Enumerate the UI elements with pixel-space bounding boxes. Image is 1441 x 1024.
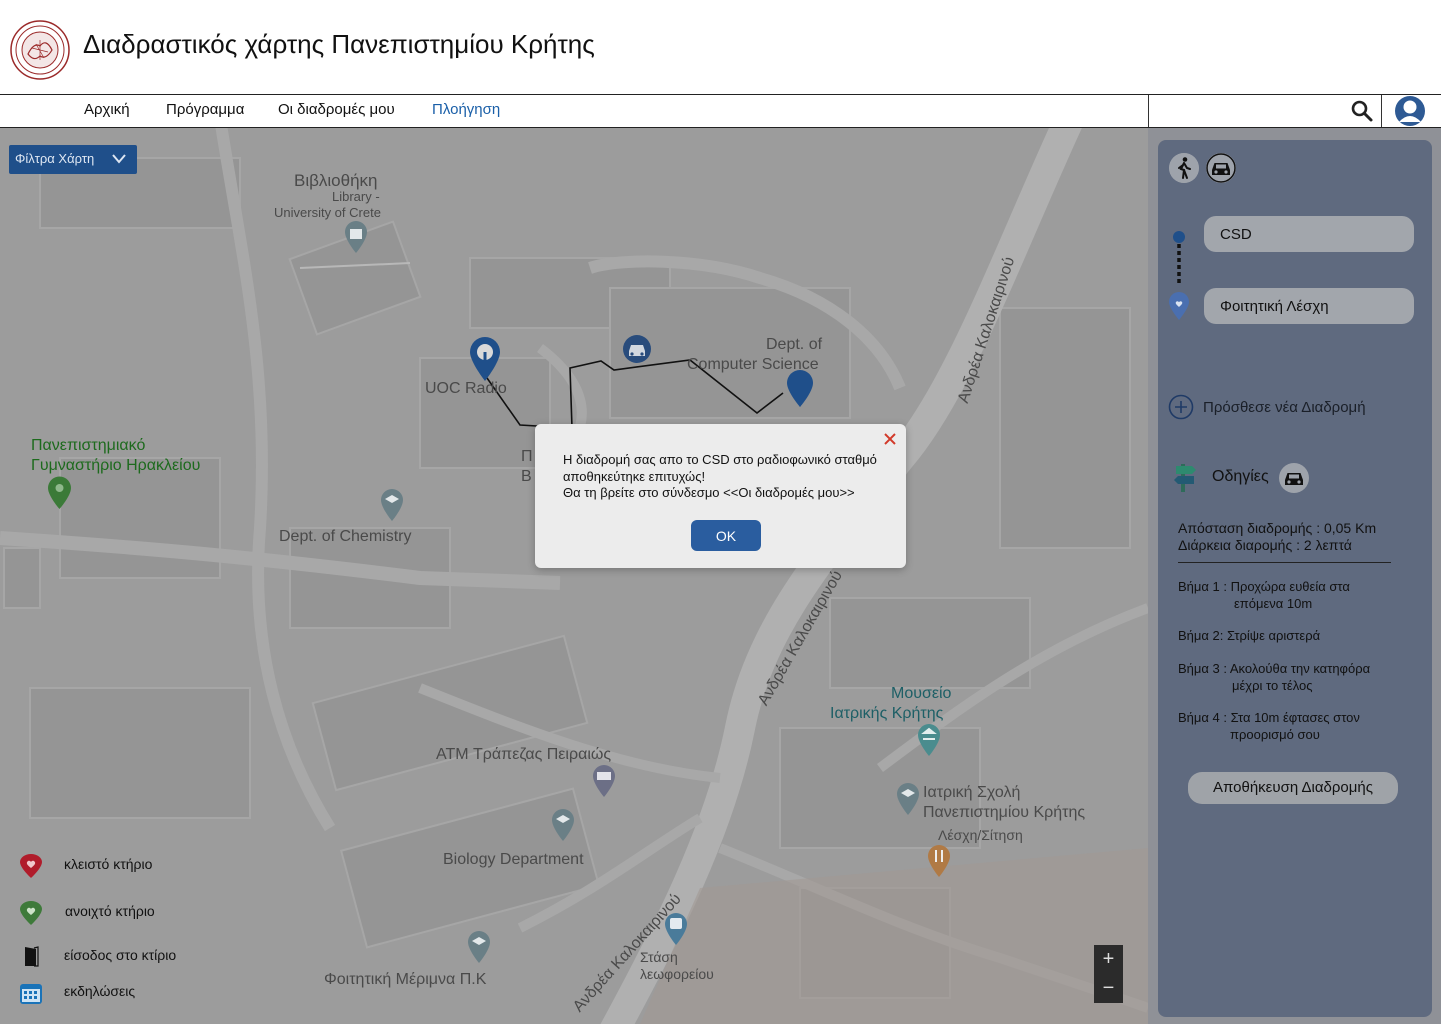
dialog-message: Η διαδρομή σας απο το CSD στο ραδιοφωνικ… xyxy=(563,452,883,502)
uoc-radio-label: UOC Radio xyxy=(425,380,507,397)
route-distance: Απόσταση διαδρομής : 0,05 Km xyxy=(1178,520,1377,536)
campus-map[interactable]: Βιβλιοθήκη Library - University of Crete… xyxy=(0,128,1148,1024)
university-seal-logo xyxy=(10,20,70,80)
medical-label-1: Ιατρική Σχολή xyxy=(923,784,1021,801)
search-icon[interactable] xyxy=(1350,99,1374,123)
dialog-message-line-1: Η διαδρομή σας απο το CSD στο ραδιοφωνικ… xyxy=(563,452,877,484)
route-step-1-cont: επόμενα 10m xyxy=(1234,596,1313,611)
partial-label-1: Π xyxy=(521,448,533,465)
route-step-2: Βήμα 2: Στρίψε αριστερά xyxy=(1178,627,1418,644)
museum-label-2: Ιατρικής Κρήτης xyxy=(830,705,944,722)
app-header: Διαδραστικός χάρτης Πανεπιστημίου Κρήτης xyxy=(0,0,1441,94)
gym-label-1: Πανεπιστημιακό xyxy=(31,437,146,454)
route-step-2-label: Βήμα 2: Στρίψε αριστερά xyxy=(1178,628,1321,643)
close-icon[interactable] xyxy=(883,432,897,446)
legend-closed-building-label: κλειστό κτήριο xyxy=(64,856,153,872)
map-background xyxy=(0,128,1148,1024)
route-destination-input[interactable] xyxy=(1204,288,1414,324)
museum-label-1: Μουσείο xyxy=(891,685,952,702)
museum-pin-icon[interactable] xyxy=(916,723,942,757)
navigation-sidebar: Πρόσθεσε νέα Διαδρομή Οδηγίες Απόσταση δ… xyxy=(1158,140,1432,1017)
directions-car-icon xyxy=(1279,463,1309,493)
ok-button[interactable]: OK xyxy=(691,520,761,551)
medical-school-pin-icon[interactable] xyxy=(895,782,921,816)
nav-item-navigation[interactable]: Πλοήγηση xyxy=(432,101,500,118)
route-step-1-label: Βήμα 1 : Προχώρα ευθεία στα xyxy=(1178,579,1350,594)
save-route-button[interactable]: Αποθήκευση Διαδρομής xyxy=(1188,772,1398,804)
main-navigation: Αρχική Πρόγραμμα Οι διαδρομές μου Πλοήγη… xyxy=(0,94,1441,128)
door-icon xyxy=(25,946,39,967)
directions-signpost-icon xyxy=(1174,464,1196,492)
biology-school-pin-icon[interactable] xyxy=(550,808,576,842)
red-heart-pin-icon xyxy=(20,854,42,878)
uoc-radio-pin-icon[interactable] xyxy=(468,336,502,382)
route-step-4-cont: προορισμό σου xyxy=(1230,727,1320,742)
add-new-route-label: Πρόσθεσε νέα Διαδρομή xyxy=(1203,399,1366,416)
search-box xyxy=(1148,95,1382,127)
route-timeline-icon xyxy=(1169,231,1189,320)
route-saved-dialog: Η διαδρομή σας απο το CSD στο ραδιοφωνικ… xyxy=(535,424,906,568)
walk-mode-icon[interactable] xyxy=(1169,153,1199,183)
calendar-icon xyxy=(20,984,42,1004)
divider xyxy=(1178,562,1391,563)
gym-label-2: Γυμναστήριο Ηρακλείου xyxy=(31,457,201,474)
student-care-pin-icon[interactable] xyxy=(466,930,492,964)
directions-heading: Οδηγίες xyxy=(1212,468,1269,485)
map-filters-dropdown[interactable]: Φίλτρα Χάρτη xyxy=(9,145,137,174)
student-care-label: Φοιτητική Μέριμνα Π.Κ xyxy=(324,971,487,988)
search-input[interactable] xyxy=(1153,98,1343,124)
csd-pin-icon[interactable] xyxy=(786,370,814,408)
legend-open-building-label: ανοιχτό κτήριο xyxy=(65,903,155,919)
csd-label-1: Dept. of xyxy=(766,336,823,353)
nav-item-my-routes[interactable]: Οι διαδρομές μου xyxy=(278,101,395,118)
chevron-down-icon xyxy=(112,154,126,164)
add-circle-icon xyxy=(1168,394,1194,420)
atm-label: ATM Τράπεζας Πειραιώς xyxy=(436,746,612,763)
biology-label: Biology Department xyxy=(443,851,584,868)
medical-label-2: Πανεπιστημίου Κρήτης xyxy=(923,804,1086,821)
library-en-label-2: University of Crete xyxy=(274,205,381,220)
bus-stop-label-2: λεωφορείου xyxy=(640,966,714,982)
atm-pin-icon[interactable] xyxy=(591,764,617,798)
partial-label-2: Β xyxy=(521,468,532,485)
parking-car-icon[interactable] xyxy=(621,333,653,365)
route-duration: Διάρκεια διαρομής : 2 λεπτά xyxy=(1178,537,1352,553)
bus-stop-label-1: Στάση xyxy=(640,949,678,965)
gym-pin-icon[interactable] xyxy=(47,476,72,510)
route-step-1: Βήμα 1 : Προχώρα ευθεία στα επόμενα 10m xyxy=(1178,578,1418,612)
route-step-4-label: Βήμα 4 : Στα 10m έφτασες στον xyxy=(1178,710,1360,725)
restaurant-pin-icon[interactable] xyxy=(926,844,952,878)
dialog-message-line-2: Θα τη βρείτε στο σύνδεσμο <<Οι διαδρομές… xyxy=(563,485,855,500)
page-title: Διαδραστικός χάρτης Πανεπιστημίου Κρήτης xyxy=(83,29,595,59)
zoom-control: + − xyxy=(1094,945,1123,1003)
route-step-3: Βήμα 3 : Ακολούθα την κατηφόρα μέχρι το … xyxy=(1178,660,1418,694)
legend-events-label: εκδηλώσεις xyxy=(64,983,136,999)
zoom-in-button[interactable]: + xyxy=(1094,945,1123,974)
chemistry-school-pin-icon[interactable] xyxy=(379,488,405,522)
legend-building-entrance-label: είσοδος στο κτίριο xyxy=(64,947,177,963)
library-label: Βιβλιοθήκη xyxy=(294,171,378,190)
car-mode-icon[interactable] xyxy=(1206,153,1236,183)
club-label: Λέσχη/Σίτηση xyxy=(938,827,1023,843)
map-filters-label: Φίλτρα Χάρτη xyxy=(15,151,95,166)
route-step-4: Βήμα 4 : Στα 10m έφτασες στον προορισμό … xyxy=(1178,709,1418,743)
route-origin-input[interactable] xyxy=(1204,216,1414,252)
library-en-label-1: Library - xyxy=(332,189,380,204)
user-avatar-icon[interactable] xyxy=(1392,95,1428,127)
route-step-3-label: Βήμα 3 : Ακολούθα την κατηφόρα xyxy=(1178,661,1371,676)
chemistry-label: Dept. of Chemistry xyxy=(279,528,412,545)
route-step-3-cont: μέχρι το τέλος xyxy=(1232,678,1313,693)
green-heart-pin-icon xyxy=(20,901,42,925)
nav-item-home[interactable]: Αρχική xyxy=(84,101,130,118)
zoom-out-button[interactable]: − xyxy=(1094,974,1123,1003)
nav-item-schedule[interactable]: Πρόγραμμα xyxy=(166,101,244,118)
library-pin-icon[interactable] xyxy=(343,220,369,254)
csd-label-2: Computer Science xyxy=(687,356,819,373)
